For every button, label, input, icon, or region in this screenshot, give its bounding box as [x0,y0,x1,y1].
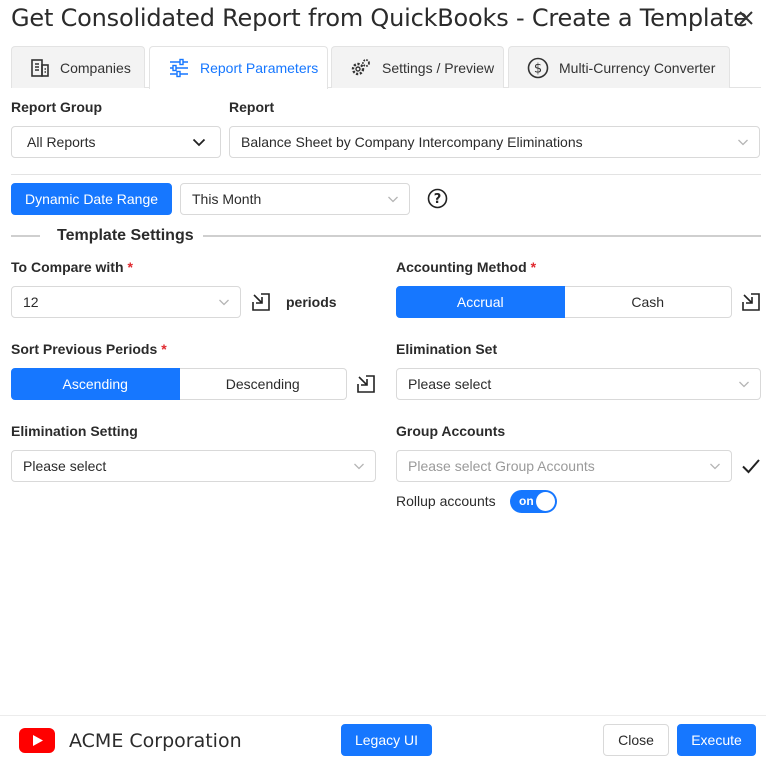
open-in-icon[interactable] [741,292,761,312]
group-accounts-placeholder: Please select Group Accounts [408,458,595,474]
date-range-value: This Month [192,191,262,207]
dynamic-date-range-button[interactable]: Dynamic Date Range [11,183,172,215]
elimination-set-placeholder: Please select [408,376,492,392]
help-icon[interactable]: ? [427,188,448,209]
open-in-icon[interactable] [356,374,376,394]
chevron-down-icon [710,463,720,470]
tab-label: Report Parameters [200,60,319,76]
toggle-state-text: on [519,494,534,508]
chevron-down-icon [354,463,364,470]
compare-label: To Compare with * [11,259,133,275]
dollar-circle-icon: $ [527,57,549,78]
tab-bar: Companies Report Parameters Settings / P… [11,46,761,89]
close-button[interactable]: Close [603,724,669,756]
report-group-label: Report Group [11,99,102,115]
close-icon[interactable] [734,6,758,30]
chevron-down-icon [739,381,749,388]
youtube-icon[interactable] [19,728,55,753]
tab-settings-preview[interactable]: Settings / Preview [331,46,504,88]
chevron-down-icon [192,138,206,147]
rollup-label: Rollup accounts [396,493,496,509]
chevron-down-icon [219,299,229,306]
legacy-ui-button[interactable]: Legacy UI [341,724,432,756]
group-accounts-label: Group Accounts [396,423,506,439]
group-accounts-select[interactable]: Please select Group Accounts [396,450,732,482]
elimination-setting-label: Elimination Setting [11,423,138,439]
divider [11,174,761,175]
descending-option[interactable]: Descending [179,368,347,400]
chevron-down-icon [388,196,398,203]
toggle-knob [536,492,555,511]
tab-multi-currency-converter[interactable]: $ Multi-Currency Converter [508,46,730,88]
elimination-setting-placeholder: Please select [23,458,107,474]
ascending-option[interactable]: Ascending [11,368,180,400]
elimination-set-select[interactable]: Please select [396,368,761,400]
accounting-method-label: Accounting Method * [396,259,537,275]
gears-icon [351,58,370,75]
template-settings-title: Template Settings [57,227,194,245]
building-icon [31,58,49,77]
report-group-select[interactable]: All Reports [11,126,221,158]
report-value: Balance Sheet by Company Intercompany El… [241,134,583,150]
report-group-value: All Reports [27,134,96,150]
tab-label: Multi-Currency Converter [559,59,716,76]
chevron-down-icon [738,139,748,146]
divider [11,235,40,237]
svg-text:$: $ [534,61,542,76]
tab-companies[interactable]: Companies [11,46,145,88]
dialog-title: Get Consolidated Report from QuickBooks … [11,4,748,32]
check-icon[interactable] [741,457,761,475]
cash-option[interactable]: Cash [564,286,732,318]
report-label: Report [229,99,275,115]
date-range-select[interactable]: This Month [180,183,410,215]
sort-periods-segmented: Ascending Descending [11,368,347,400]
report-select[interactable]: Balance Sheet by Company Intercompany El… [229,126,760,158]
tab-report-parameters[interactable]: Report Parameters [149,46,328,89]
elimination-setting-select[interactable]: Please select [11,450,376,482]
sort-periods-label: Sort Previous Periods * [11,341,167,357]
accrual-option[interactable]: Accrual [396,286,565,318]
tab-label: Settings / Preview [382,59,495,76]
compare-value: 12 [23,294,39,310]
accounting-method-segmented: Accrual Cash [396,286,732,318]
periods-label: periods [286,294,337,310]
sliders-icon [170,58,188,78]
elimination-set-label: Elimination Set [396,341,498,357]
compare-select[interactable]: 12 [11,286,241,318]
open-in-icon[interactable] [251,292,271,312]
execute-button[interactable]: Execute [677,724,756,756]
svg-text:?: ? [434,192,442,207]
divider [203,235,761,237]
tab-label: Companies [60,59,131,76]
company-name: ACME Corporation [69,730,242,752]
rollup-toggle[interactable]: on [510,490,557,513]
